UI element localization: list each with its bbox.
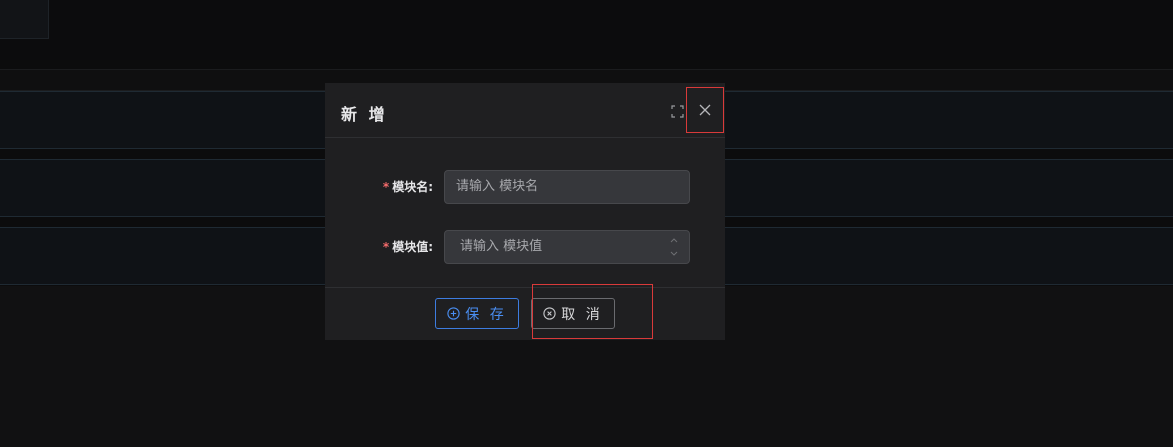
cancel-button-label: 取 消 [561,306,603,323]
module-value-label: * 模块值: [325,230,433,264]
module-value-input[interactable]: 请输入 模块值 [444,230,690,264]
save-button-label: 保 存 [465,306,507,323]
dialog-title: 新 增 [341,105,388,124]
chevron-up-icon [670,238,678,243]
module-name-placeholder: 请输入 模块名 [456,179,539,194]
module-name-label: * 模块名: [325,170,433,204]
required-mark: * [382,180,390,194]
dialog-header: 新 增 [325,83,725,138]
module-value-label-text: 模块值: [392,240,433,254]
chevron-down-icon [670,251,678,256]
module-value-placeholder: 请输入 模块值 [460,239,543,254]
module-name-row: * 模块名: 请输入 模块名 [325,170,725,204]
fullscreen-icon[interactable] [668,102,686,120]
x-circle-icon [543,307,556,320]
save-button[interactable]: 保 存 [435,298,519,329]
number-stepper[interactable] [669,235,679,259]
module-value-row: * 模块值: 请输入 模块值 [325,230,725,264]
required-mark: * [382,240,390,254]
dialog-footer: 保 存 取 消 [325,287,725,340]
module-name-label-text: 模块名: [392,180,433,194]
module-name-input[interactable]: 请输入 模块名 [444,170,690,204]
background-panel [0,0,49,39]
plus-circle-icon [447,307,460,320]
add-dialog: 新 增 * 模块名: 请输入 模块名 * 模块值: 请输入 模块值 保 存 取 … [325,83,725,340]
cancel-button[interactable]: 取 消 [531,298,615,329]
close-icon [699,104,711,116]
close-button[interactable] [686,87,724,133]
